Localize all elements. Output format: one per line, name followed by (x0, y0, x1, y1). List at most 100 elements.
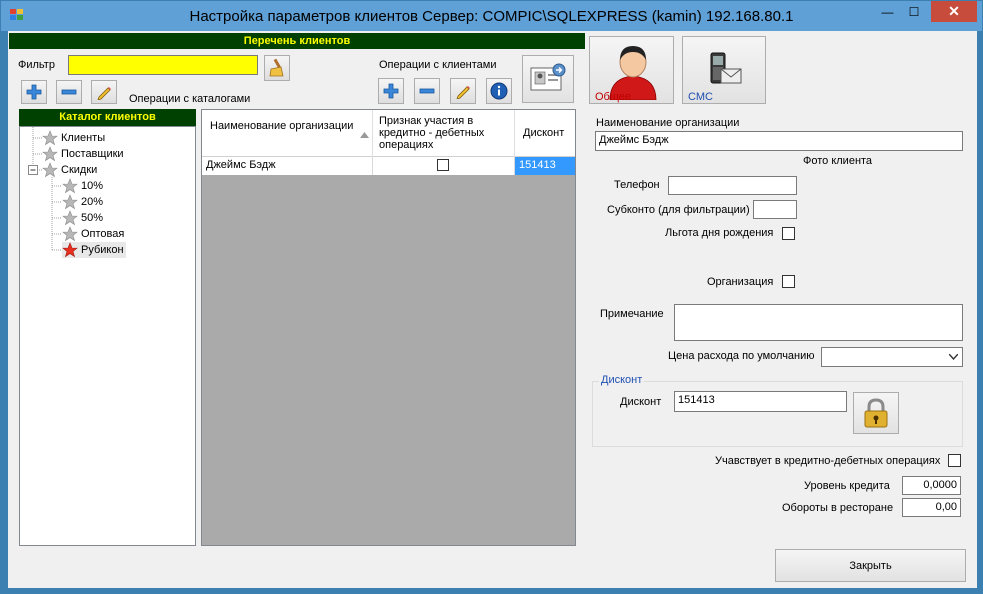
catalog-tree[interactable]: Клиенты Поставщики Скидки 10% 20% 50% Оп… (19, 126, 196, 546)
catalog-ops-label: Операции с каталогами (129, 93, 251, 105)
org-name-input[interactable]: Джеймс Бэдж (595, 131, 963, 151)
tree-item-label: 50% (81, 212, 104, 224)
phone-mail-icon (710, 52, 742, 84)
star-icon (62, 226, 78, 242)
star-icon (62, 194, 78, 210)
birthday-label: Льгота дня рождения (665, 227, 774, 239)
subconto-label: Субконто (для фильтрации) (607, 204, 750, 216)
clients-grid[interactable]: Наименование организации Признак участия… (201, 109, 576, 546)
tree-item-50[interactable]: 50% (62, 210, 103, 226)
main-window: Настройка параметров клиентов Сервер: CO… (0, 0, 983, 594)
tree-item-20[interactable]: 20% (62, 194, 103, 210)
tree-item-label: 20% (81, 196, 104, 208)
price-select[interactable] (821, 347, 963, 367)
credit-level-label: Уровень кредита (804, 480, 890, 492)
star-icon (42, 162, 58, 178)
tree-item-10[interactable]: 10% (62, 178, 103, 194)
star-icon (42, 146, 58, 162)
tree-item-label: Рубикон (81, 244, 124, 256)
close-window-button[interactable]: ✕ (931, 1, 977, 22)
minus-icon (419, 88, 435, 94)
turnover-label: Обороты в ресторане (782, 502, 894, 514)
client-area: Перечень клиентов Фильтр Операции с ката… (8, 31, 977, 588)
phone-label: Телефон (614, 179, 660, 191)
contact-card-icon (530, 63, 566, 91)
column-header-name[interactable]: Наименование организации (202, 110, 373, 157)
star-icon (62, 178, 78, 194)
minimize-button[interactable]: — (874, 1, 901, 22)
plus-icon (383, 83, 399, 99)
sort-asc-icon (360, 132, 369, 138)
info-icon (490, 82, 508, 100)
tab-general-label: Общее (595, 91, 632, 103)
tree-item-label: 10% (81, 180, 104, 192)
edit-client-button[interactable] (450, 78, 476, 104)
catalog-header: Каталог клиентов (19, 109, 196, 126)
organization-checkbox[interactable] (782, 275, 795, 288)
table-row[interactable]: Джеймс Бэдж 151413 (202, 157, 575, 175)
clear-filter-button[interactable] (264, 55, 290, 81)
tree-item-rubicon[interactable]: Рубикон (62, 242, 126, 258)
tree-item-label: Клиенты (61, 132, 106, 144)
cell-discount[interactable]: 151413 (515, 157, 575, 175)
turnover-input[interactable]: 0,00 (902, 498, 961, 517)
discount-input[interactable]: 151413 (674, 391, 847, 412)
credit-participation-checkbox[interactable] (948, 454, 961, 467)
discount-group-title: Дисконт (599, 374, 645, 386)
tree-item-clients[interactable]: Клиенты (42, 130, 105, 146)
subconto-input[interactable] (753, 200, 797, 219)
discount-label: Дисконт (620, 396, 662, 408)
note-label: Примечание (600, 308, 664, 320)
pencil-icon (97, 87, 111, 100)
filter-label: Фильтр (18, 59, 55, 71)
tree-item-wholesale[interactable]: Оптовая (62, 226, 124, 242)
birthday-checkbox[interactable] (782, 227, 795, 240)
credit-label: Учавствует в кредитно-дебетных операциях (715, 455, 941, 467)
phone-input[interactable] (668, 176, 797, 195)
add-catalog-button[interactable] (21, 80, 47, 104)
tree-item-discounts[interactable]: Скидки (42, 162, 97, 178)
tab-general[interactable]: Общее (589, 36, 674, 104)
column-header-credit[interactable]: Признак участия в кредитно - дебетных оп… (373, 110, 515, 157)
credit-level-input[interactable]: 0,0000 (902, 476, 961, 495)
remove-client-button[interactable] (414, 78, 440, 104)
lock-discount-button[interactable] (853, 392, 899, 434)
credit-checkbox[interactable] (437, 159, 449, 171)
remove-catalog-button[interactable] (56, 80, 82, 104)
tree-item-label: Поставщики (61, 148, 124, 160)
grid-header: Наименование организации Признак участия… (202, 110, 575, 157)
cell-name[interactable]: Джеймс Бэдж (202, 157, 373, 175)
broom-icon (269, 58, 284, 77)
minus-icon (61, 89, 77, 95)
edit-catalog-button[interactable] (91, 80, 117, 104)
close-button[interactable]: Закрыть (775, 549, 966, 582)
client-ops-label: Операции с клиентами (379, 59, 497, 71)
clients-list-header: Перечень клиентов (9, 33, 585, 49)
column-header-discount[interactable]: Дисконт (515, 110, 575, 157)
tree-item-label: Оптовая (81, 228, 125, 240)
filter-input[interactable] (68, 55, 258, 75)
maximize-button[interactable]: ☐ (901, 1, 927, 22)
org-name-label: Наименование организации (596, 117, 740, 129)
tree-item-suppliers[interactable]: Поставщики (42, 146, 124, 162)
tab-sms-label: СМС (688, 91, 713, 103)
tree-item-label: Скидки (61, 164, 98, 176)
star-icon (62, 210, 78, 226)
window-title: Настройка параметров клиентов Сервер: CO… (189, 8, 794, 25)
client-card-export-button[interactable] (522, 55, 574, 103)
tree-lines (28, 127, 62, 251)
add-client-button[interactable] (378, 78, 404, 104)
star-icon (42, 130, 58, 146)
plus-icon (26, 84, 42, 100)
client-info-button[interactable] (486, 78, 512, 104)
padlock-icon (864, 398, 888, 428)
tab-sms[interactable]: СМС (682, 36, 766, 104)
cell-credit[interactable] (373, 157, 515, 175)
note-input[interactable] (674, 304, 963, 341)
pencil-icon (456, 86, 470, 99)
organization-label: Организация (707, 276, 774, 288)
price-label: Цена расхода по умолчанию (668, 350, 815, 362)
photo-label: Фото клиента (803, 155, 873, 167)
red-star-icon (62, 242, 78, 258)
title-bar[interactable]: Настройка параметров клиентов Сервер: CO… (1, 1, 982, 31)
